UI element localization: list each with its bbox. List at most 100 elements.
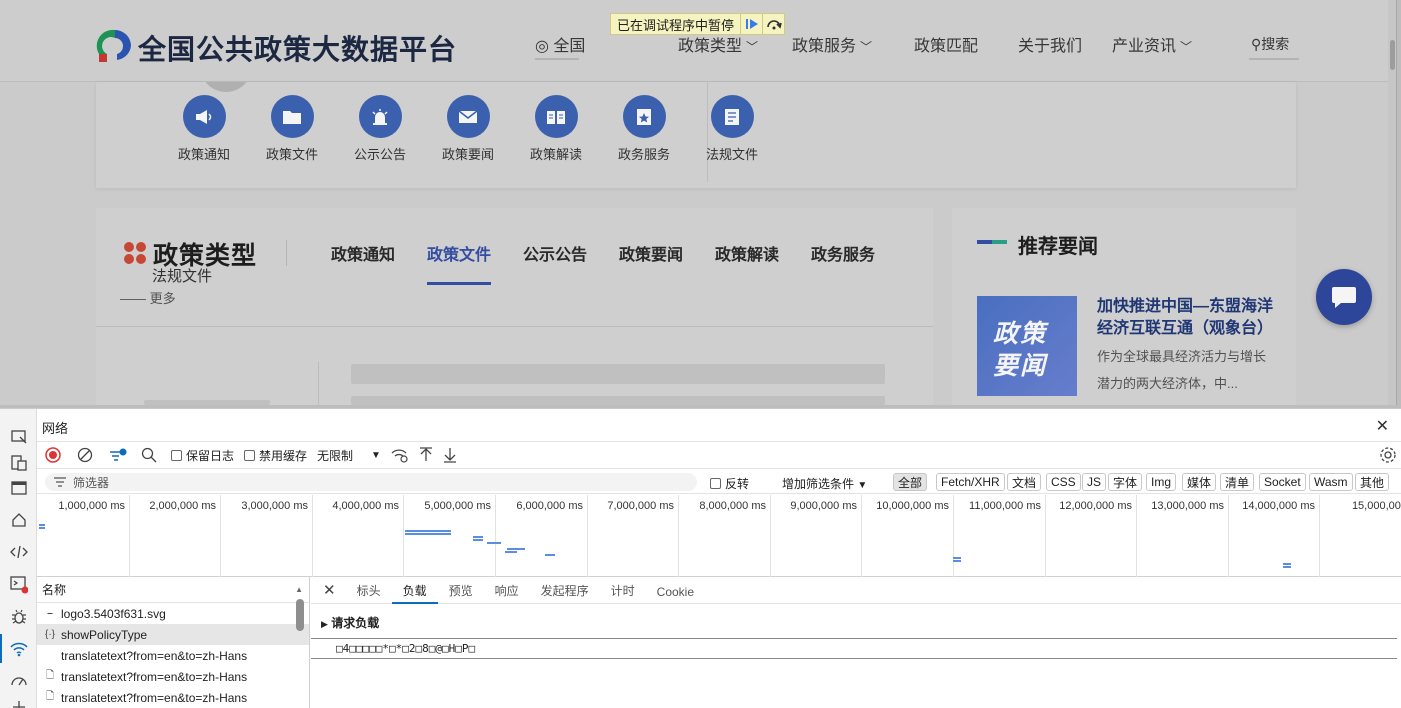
more-link[interactable]: —— 更多 — [120, 288, 176, 307]
tab-cookies[interactable]: Cookie — [646, 585, 705, 603]
type-filter-socket[interactable]: Socket — [1259, 473, 1306, 491]
type-filter-media[interactable]: 媒体 — [1182, 473, 1217, 491]
elements-code-icon[interactable] — [8, 541, 29, 562]
quick-link-policy-file[interactable]: 政策文件 — [257, 95, 327, 163]
tab-timing[interactable]: 计时 — [600, 582, 646, 603]
tab-policy-interpret[interactable]: 政策解读 — [715, 241, 779, 265]
type-filter-other[interactable]: 其他 — [1355, 473, 1390, 491]
site-logo-icon — [96, 29, 131, 62]
tab-response[interactable]: 响应 — [484, 582, 530, 603]
tab-payload[interactable]: 负载 — [391, 582, 438, 604]
page-scrollbar-thumb[interactable] — [1390, 40, 1395, 70]
export-har-icon[interactable] — [443, 447, 457, 463]
close-icon[interactable]: ✕ — [1376, 416, 1389, 436]
timeline-tick-label: 1,000,000 ms — [58, 500, 125, 512]
type-filter-js[interactable]: JS — [1082, 473, 1107, 491]
nav-location[interactable]: ◎ 全国 — [535, 32, 585, 56]
nav-location-underline — [535, 58, 579, 60]
filter-lines-icon — [110, 448, 127, 461]
quick-link-regulation[interactable]: 法规文件 — [697, 95, 767, 163]
type-filter-img[interactable]: Img — [1146, 473, 1177, 491]
quick-link-public-notice[interactable]: 公示公告 — [345, 95, 415, 163]
quick-link-policy-news[interactable]: 政策要闻 — [433, 95, 503, 163]
device-emulation-icon[interactable] — [8, 452, 29, 473]
step-over-button[interactable] — [762, 14, 784, 34]
nav-policy-match[interactable]: 政策匹配 — [914, 32, 978, 56]
network-overview-timeline[interactable]: 1,000,000 ms 2,000,000 ms 3,000,000 ms 4,00… — [37, 495, 1401, 577]
payload-value[interactable]: □4□□□□□*□*□2□8□@□H□P□ — [311, 638, 1397, 659]
type-filter-wasm[interactable]: Wasm — [1309, 473, 1353, 491]
chat-bubble-icon — [1332, 287, 1356, 308]
news-thumbnail[interactable]: 政策 要闻 — [977, 296, 1077, 396]
settings-gear-icon[interactable] — [1379, 446, 1397, 464]
request-row[interactable]: translatetext?from=en&to=zh-Hans — [37, 645, 309, 666]
nav-policy-service[interactable]: 政策服务 ﹀ — [792, 32, 872, 56]
news-headline[interactable]: 加快推进中国—东盟海洋经济互联互通（观象台） — [1097, 296, 1282, 340]
type-filter-manifest[interactable]: 清单 — [1220, 473, 1255, 491]
timeline-gridline — [1319, 495, 1320, 577]
clear-button[interactable] — [77, 447, 93, 463]
timeline-tick-label: 2,000,000 ms — [149, 500, 216, 512]
type-filter-css[interactable]: CSS — [1046, 473, 1081, 491]
name-column-header[interactable]: 名称 ▲ — [37, 577, 309, 603]
nav-about[interactable]: 关于我们 — [1018, 32, 1082, 56]
request-row[interactable]: 🗋 translatetext?from=en&to=zh-Hans — [37, 666, 309, 687]
page-scrollbar[interactable] — [1388, 0, 1396, 405]
close-icon[interactable]: ✕ — [311, 581, 346, 603]
tab-policy-news[interactable]: 政策要闻 — [619, 241, 683, 265]
add-filter-dropdown[interactable]: 增加筛选条件 ▼ — [782, 475, 867, 492]
tab-public-notice[interactable]: 公示公告 — [523, 241, 587, 265]
request-list-scrollbar[interactable] — [296, 599, 304, 631]
record-button[interactable] — [45, 447, 61, 463]
preserve-log-checkbox[interactable]: 保留日志 — [171, 447, 234, 464]
tab-preview[interactable]: 预览 — [438, 582, 484, 603]
quick-link-policy-interpret[interactable]: 政策解读 — [521, 95, 591, 163]
invert-checkbox[interactable]: 反转 — [710, 475, 749, 492]
network-wifi-icon[interactable] — [0, 634, 29, 663]
debugger-paused-banner: 已在调试程序中暂停 — [610, 13, 786, 35]
filter-input[interactable]: 筛选器 — [45, 473, 697, 491]
chat-button[interactable] — [1316, 269, 1372, 325]
resume-button[interactable] — [740, 14, 762, 34]
nav-industry-news[interactable]: 产业资讯 ﹀ — [1112, 32, 1192, 56]
tab-headers[interactable]: 标头 — [346, 582, 392, 603]
tab-initiator[interactable]: 发起程序 — [530, 582, 600, 603]
site-title[interactable]: 全国公共政策大数据平台 — [138, 28, 457, 68]
timeline-tick-label: 3,000,000 ms — [241, 500, 308, 512]
performance-gauge-icon[interactable] — [8, 669, 29, 690]
payload-section-header[interactable]: ▶ 请求负载 — [321, 614, 379, 631]
bug-icon[interactable] — [8, 606, 29, 627]
console-icon[interactable] — [8, 574, 29, 595]
disable-cache-checkbox[interactable]: 禁用缓存 — [244, 447, 307, 464]
search-button[interactable] — [141, 447, 157, 463]
filter-toggle-button[interactable] — [109, 447, 127, 463]
tab-policy-file[interactable]: 政策文件 — [427, 241, 491, 265]
tab-gov-service[interactable]: 政务服务 — [811, 241, 875, 265]
type-filter-font[interactable]: 字体 — [1108, 473, 1143, 491]
import-har-icon[interactable] — [419, 447, 433, 463]
request-row[interactable]: ⎯ logo3.5403f631.svg — [37, 603, 309, 624]
nav-search[interactable]: ⚲搜索 — [1251, 34, 1289, 54]
quick-link-label: 法规文件 — [705, 147, 758, 162]
type-filter-doc[interactable]: 文档 — [1007, 473, 1042, 491]
tab-policy-notice[interactable]: 政策通知 — [331, 241, 395, 265]
window-icon[interactable] — [8, 477, 29, 498]
timeline-tick-label: 4,000,000 ms — [332, 500, 399, 512]
throttle-select[interactable]: 无限制 — [317, 447, 353, 464]
type-filter-fetch-xhr[interactable]: Fetch/XHR — [936, 473, 1005, 491]
quick-link-gov-service[interactable]: 政务服务 — [609, 95, 679, 163]
inspect-icon[interactable] — [8, 426, 29, 447]
policy-type-subtitle[interactable]: 法规文件 — [152, 265, 212, 286]
caret-down-icon[interactable]: ▼ — [371, 450, 381, 461]
home-icon[interactable] — [8, 509, 29, 530]
request-row[interactable]: {·} showPolicyType — [37, 624, 309, 645]
search-icon: ⚲ — [1251, 36, 1262, 52]
plus-icon[interactable] — [8, 696, 29, 708]
request-name: translatetext?from=en&to=zh-Hans — [61, 648, 248, 663]
chevron-down-icon: ﹀ — [1180, 40, 1193, 54]
quick-link-policy-notice[interactable]: 政策通知 — [169, 95, 239, 163]
nav-policy-type[interactable]: 政策类型 ﹀ — [678, 32, 758, 56]
type-filter-all[interactable]: 全部 — [893, 473, 928, 491]
request-row[interactable]: 🗋 translatetext?from=en&to=zh-Hans — [37, 687, 309, 708]
network-conditions-icon[interactable] — [391, 447, 409, 463]
